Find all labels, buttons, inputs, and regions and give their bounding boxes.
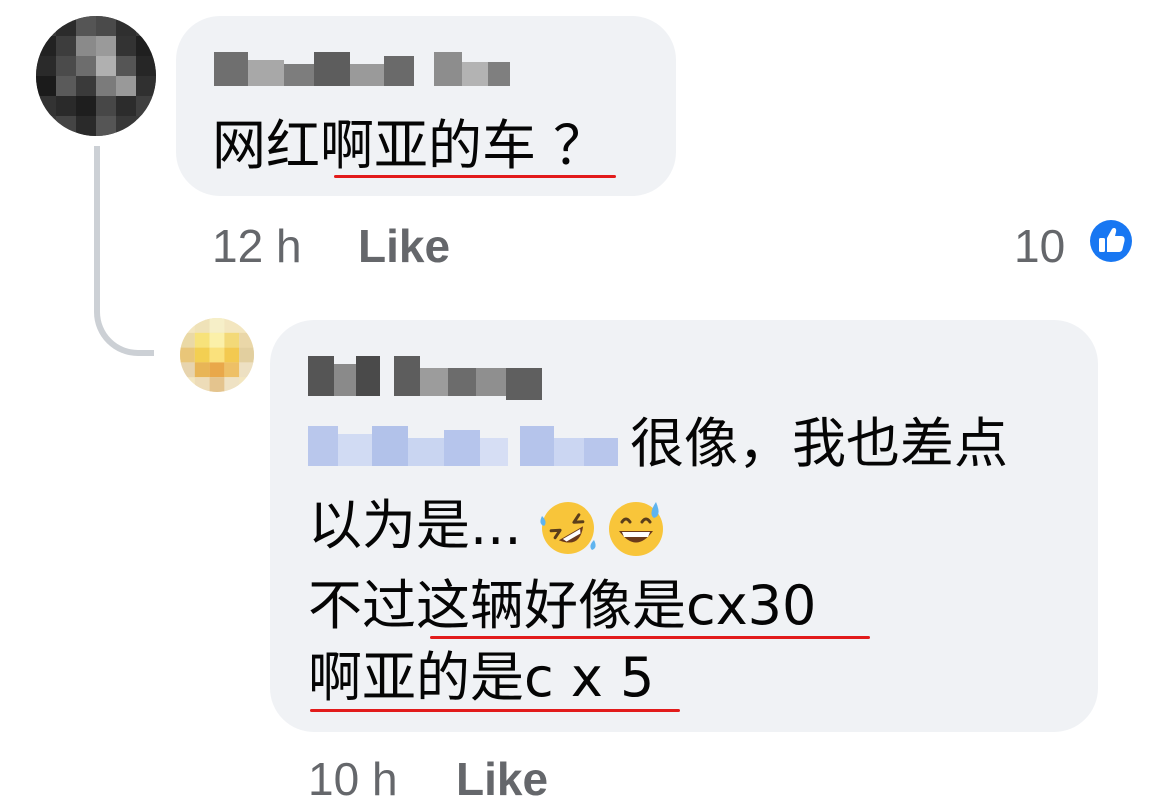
reply-line-3-prefix: 不过 [308, 574, 416, 637]
replier-name-blurred[interactable] [308, 352, 542, 400]
reply-line-3-underlined: 这辆好像是cx30 [416, 574, 817, 637]
comment-text: 网红啊亚的车 ？ [212, 114, 607, 178]
replier-avatar[interactable] [180, 318, 254, 392]
reaction-count[interactable]: 10 [1014, 219, 1065, 273]
reply-text-line-2: 以为是... [308, 494, 522, 557]
grinning-sweat-emoji [609, 502, 663, 556]
comment-text-underlined: 啊亚的车 [320, 114, 536, 177]
commenter-avatar[interactable] [36, 16, 156, 136]
red-underline-annotation [334, 175, 616, 178]
comment-text-suffix: ？ [536, 114, 608, 177]
comment-timestamp[interactable]: 12 h [212, 219, 302, 273]
reply-timestamp[interactable]: 10 h [308, 752, 398, 806]
reply-text-line-1: 很像，我也差点 [630, 412, 1008, 475]
commenter-name-blurred[interactable] [214, 46, 510, 90]
comment-like-button[interactable]: Like [358, 219, 450, 273]
red-underline-annotation [430, 636, 870, 639]
thumbs-up-icon[interactable] [1086, 216, 1136, 266]
comment-text-prefix: 网红 [212, 114, 320, 177]
mention-tag-blurred[interactable] [308, 420, 618, 470]
thread-connector-line [94, 146, 154, 356]
reply-text-line-4: 啊亚的是c x 5 [308, 646, 655, 709]
rolling-on-floor-laughing-emoji [540, 502, 596, 554]
reply-text-line-3: 不过这辆好像是cx30 [308, 574, 816, 638]
red-underline-annotation [310, 709, 680, 712]
reply-like-button[interactable]: Like [456, 752, 548, 806]
